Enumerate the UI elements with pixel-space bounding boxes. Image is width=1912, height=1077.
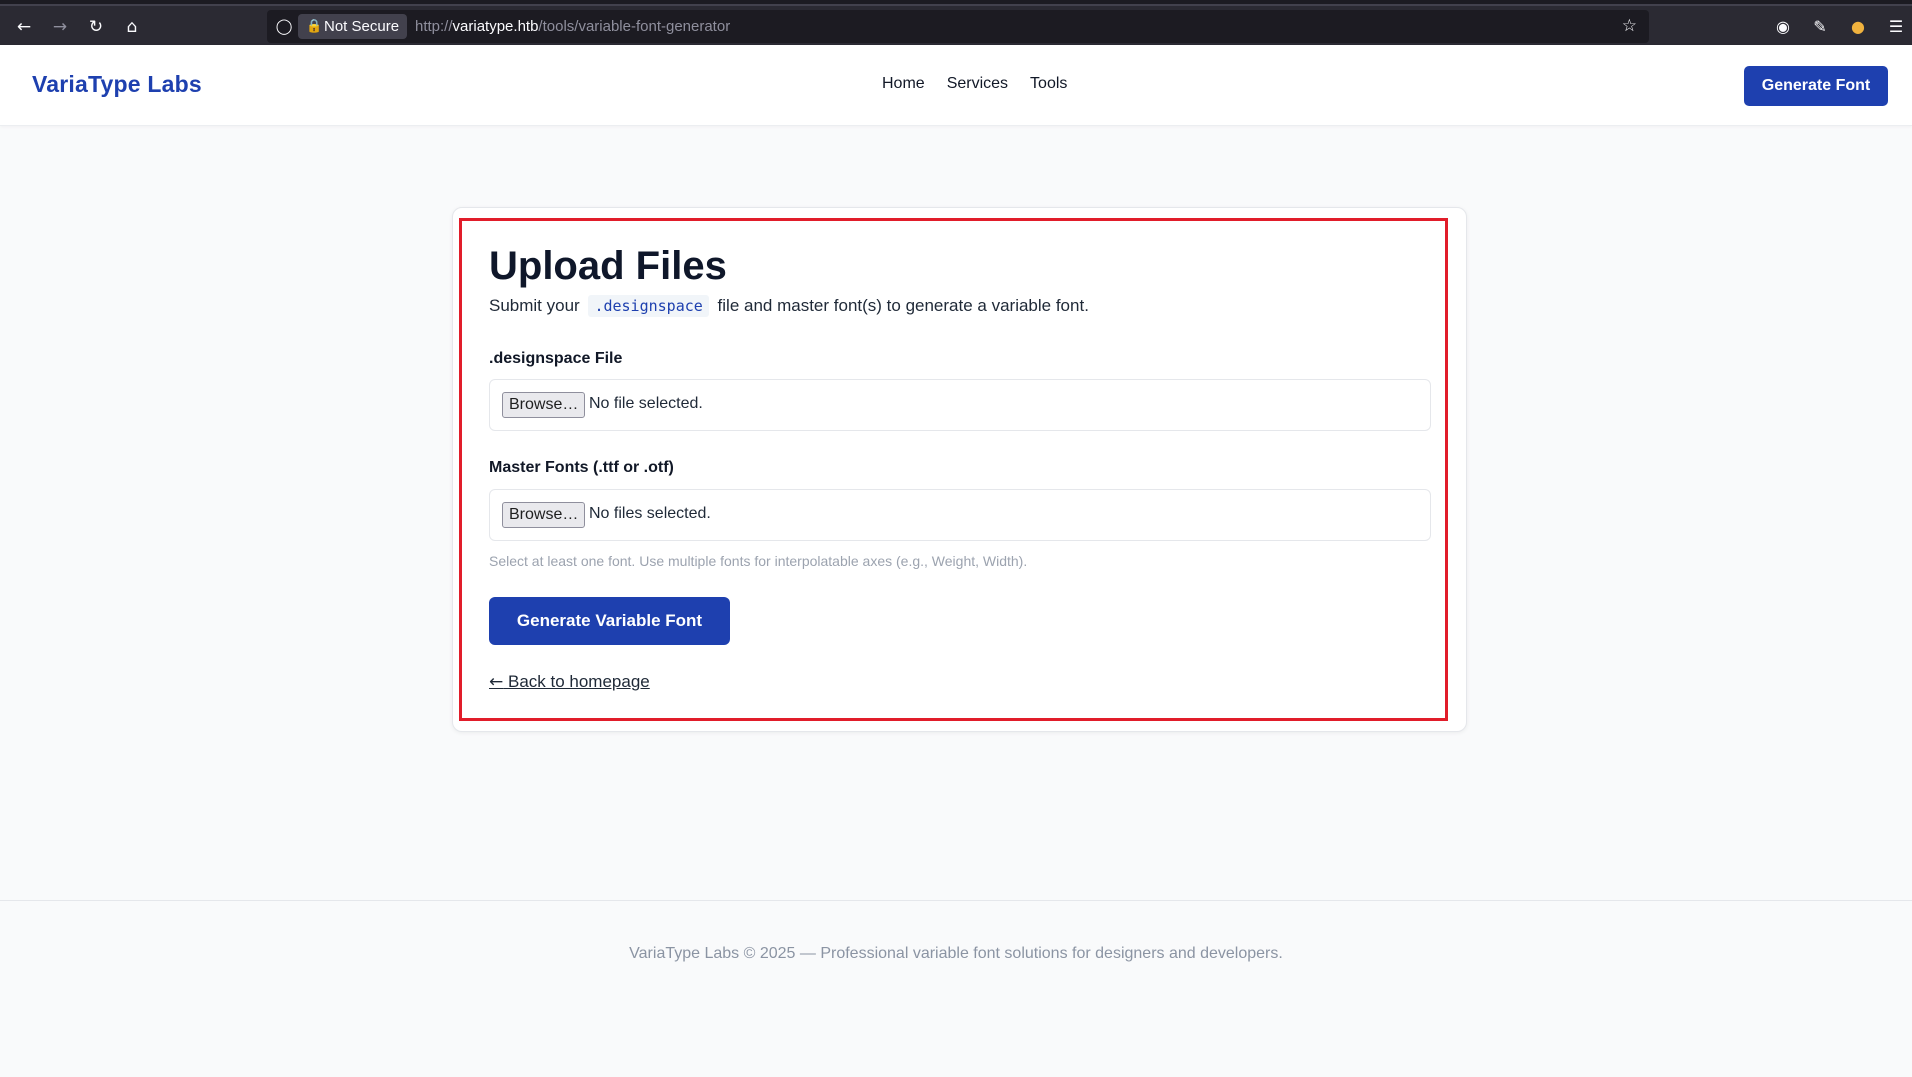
account-icon[interactable]: ◉ bbox=[1772, 16, 1794, 38]
master-fonts-label: Master Fonts (.ttf or .otf) bbox=[489, 459, 674, 476]
nav-home[interactable]: Home bbox=[882, 75, 925, 93]
extension-icon[interactable]: ● bbox=[1847, 16, 1869, 38]
subtitle-after: file and master font(s) to generate a va… bbox=[717, 296, 1089, 315]
back-icon[interactable]: ← bbox=[12, 15, 36, 39]
page-subtitle: Submit your .designspace file and master… bbox=[489, 295, 1089, 317]
home-icon[interactable]: ⌂ bbox=[120, 15, 144, 39]
back-arrow-icon: ← bbox=[489, 672, 504, 692]
browser-toolbar: ← → ↻ ⌂ ◯ 🔒 Not Secure http://variatype.… bbox=[0, 0, 1912, 45]
menu-icon[interactable]: ☰ bbox=[1885, 16, 1907, 38]
security-label: Not Secure bbox=[324, 18, 400, 35]
star-icon[interactable]: ☆ bbox=[1622, 16, 1637, 36]
extensions-icon[interactable]: ✎ bbox=[1809, 16, 1831, 38]
main-nav: Home Services Tools bbox=[882, 75, 1067, 93]
master-fonts-hint: Select at least one font. Use multiple f… bbox=[489, 553, 1028, 569]
page-title: Upload Files bbox=[489, 244, 727, 288]
footer-text: VariaType Labs © 2025 — Professional var… bbox=[629, 945, 1283, 962]
address-bar[interactable]: ◯ 🔒 Not Secure http://variatype.htb/tool… bbox=[267, 10, 1649, 43]
generate-font-button[interactable]: Generate Font bbox=[1744, 66, 1888, 106]
generate-variable-font-button[interactable]: Generate Variable Font bbox=[489, 597, 730, 645]
nav-services[interactable]: Services bbox=[947, 75, 1008, 93]
url-path: /tools/variable-font-generator bbox=[538, 18, 731, 35]
brand-logo[interactable]: VariaType Labs bbox=[32, 71, 202, 98]
master-fonts-file-status: No files selected. bbox=[589, 505, 711, 522]
url-host: variatype.htb bbox=[452, 18, 539, 35]
url-scheme: http:// bbox=[415, 18, 453, 35]
url-text[interactable]: http://variatype.htb/tools/variable-font… bbox=[415, 10, 730, 43]
subtitle-before: Submit your bbox=[489, 296, 580, 315]
shield-icon[interactable]: ◯ bbox=[275, 17, 293, 36]
designspace-label: .designspace File bbox=[489, 350, 623, 367]
designspace-file-status: No file selected. bbox=[589, 395, 703, 412]
site-footer: VariaType Labs © 2025 — Professional var… bbox=[0, 900, 1912, 1077]
back-to-homepage-link[interactable]: ← Back to homepage bbox=[489, 672, 650, 692]
back-link-label: Back to homepage bbox=[507, 672, 650, 691]
designspace-file-input[interactable]: Browse… No file selected. bbox=[489, 379, 1431, 431]
forward-icon[interactable]: → bbox=[48, 15, 72, 39]
tabstrip-edge bbox=[0, 4, 1912, 6]
nav-tools[interactable]: Tools bbox=[1030, 75, 1067, 93]
lock-icon: 🔒 bbox=[306, 19, 323, 34]
designspace-browse-button[interactable]: Browse… bbox=[502, 392, 586, 418]
master-fonts-file-input[interactable]: Browse… No files selected. bbox=[489, 489, 1431, 541]
designspace-code: .designspace bbox=[588, 295, 709, 317]
site-header: VariaType Labs Home Services Tools Gener… bbox=[0, 45, 1912, 126]
security-indicator[interactable]: 🔒 Not Secure bbox=[298, 14, 408, 39]
master-fonts-browse-button[interactable]: Browse… bbox=[502, 502, 586, 528]
reload-icon[interactable]: ↻ bbox=[84, 15, 108, 39]
